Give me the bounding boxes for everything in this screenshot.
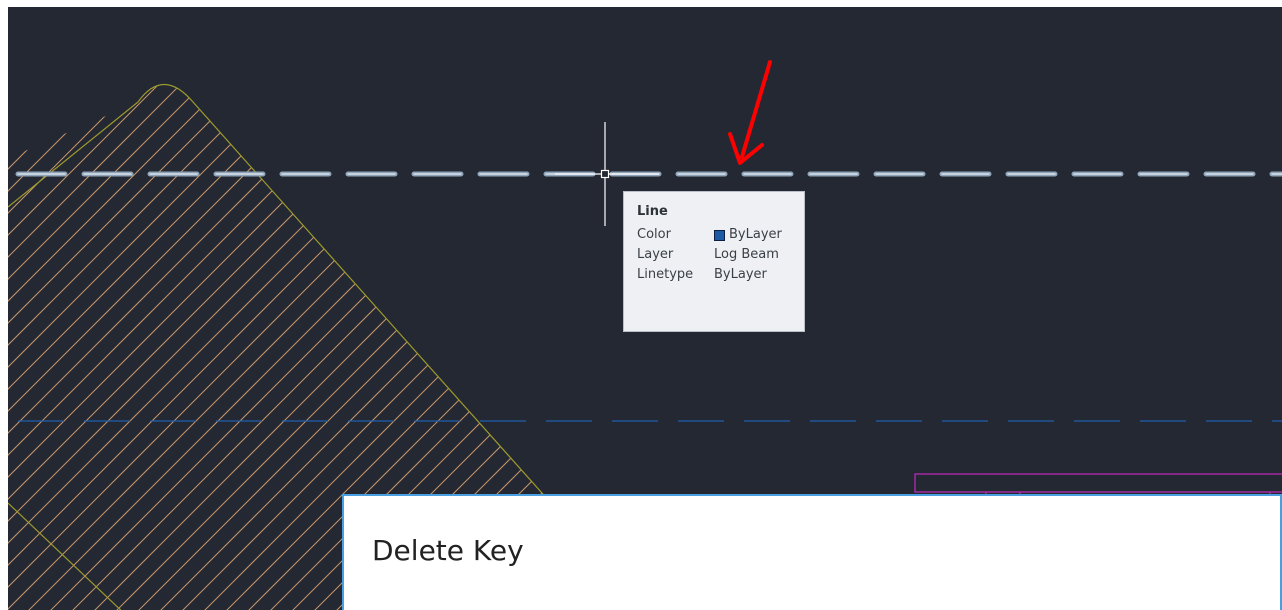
hatch-line	[8, 84, 193, 610]
tooltip-label: Linetype	[637, 267, 694, 282]
key-caption-box: Delete Key	[342, 494, 1282, 610]
color-swatch-icon	[714, 229, 725, 241]
tooltip-value: ByLayer	[714, 267, 767, 282]
tooltip-value-text: ByLayer	[729, 227, 782, 242]
tooltip-value: Log Beam	[714, 247, 779, 262]
tooltip-title: Line	[637, 204, 668, 219]
hatch-line	[8, 84, 325, 610]
tooltip-row-layer: Layer Log Beam	[637, 245, 804, 265]
tooltip-label: Color	[637, 227, 671, 242]
hatch-line	[8, 84, 281, 610]
drawing-canvas[interactable]: Line Color ByLayer Layer Log Beam Linety…	[8, 7, 1282, 610]
tooltip-label: Layer	[637, 247, 674, 262]
tooltip-value: ByLayer	[714, 225, 782, 245]
hatch-boundary-left	[8, 101, 139, 208]
tooltip-row-linetype: Linetype ByLayer	[637, 265, 804, 285]
hatch-line	[8, 84, 61, 610]
red-arrow-annotation-icon	[728, 60, 772, 165]
hatch-line	[8, 84, 237, 610]
tooltip-row-color: Color ByLayer	[637, 225, 804, 245]
hatch-boundary-bottom	[8, 502, 122, 610]
object-tooltip: Line Color ByLayer Layer Log Beam Linety…	[623, 191, 805, 332]
hatch-line	[8, 84, 149, 610]
key-caption-text: Delete Key	[372, 534, 524, 567]
